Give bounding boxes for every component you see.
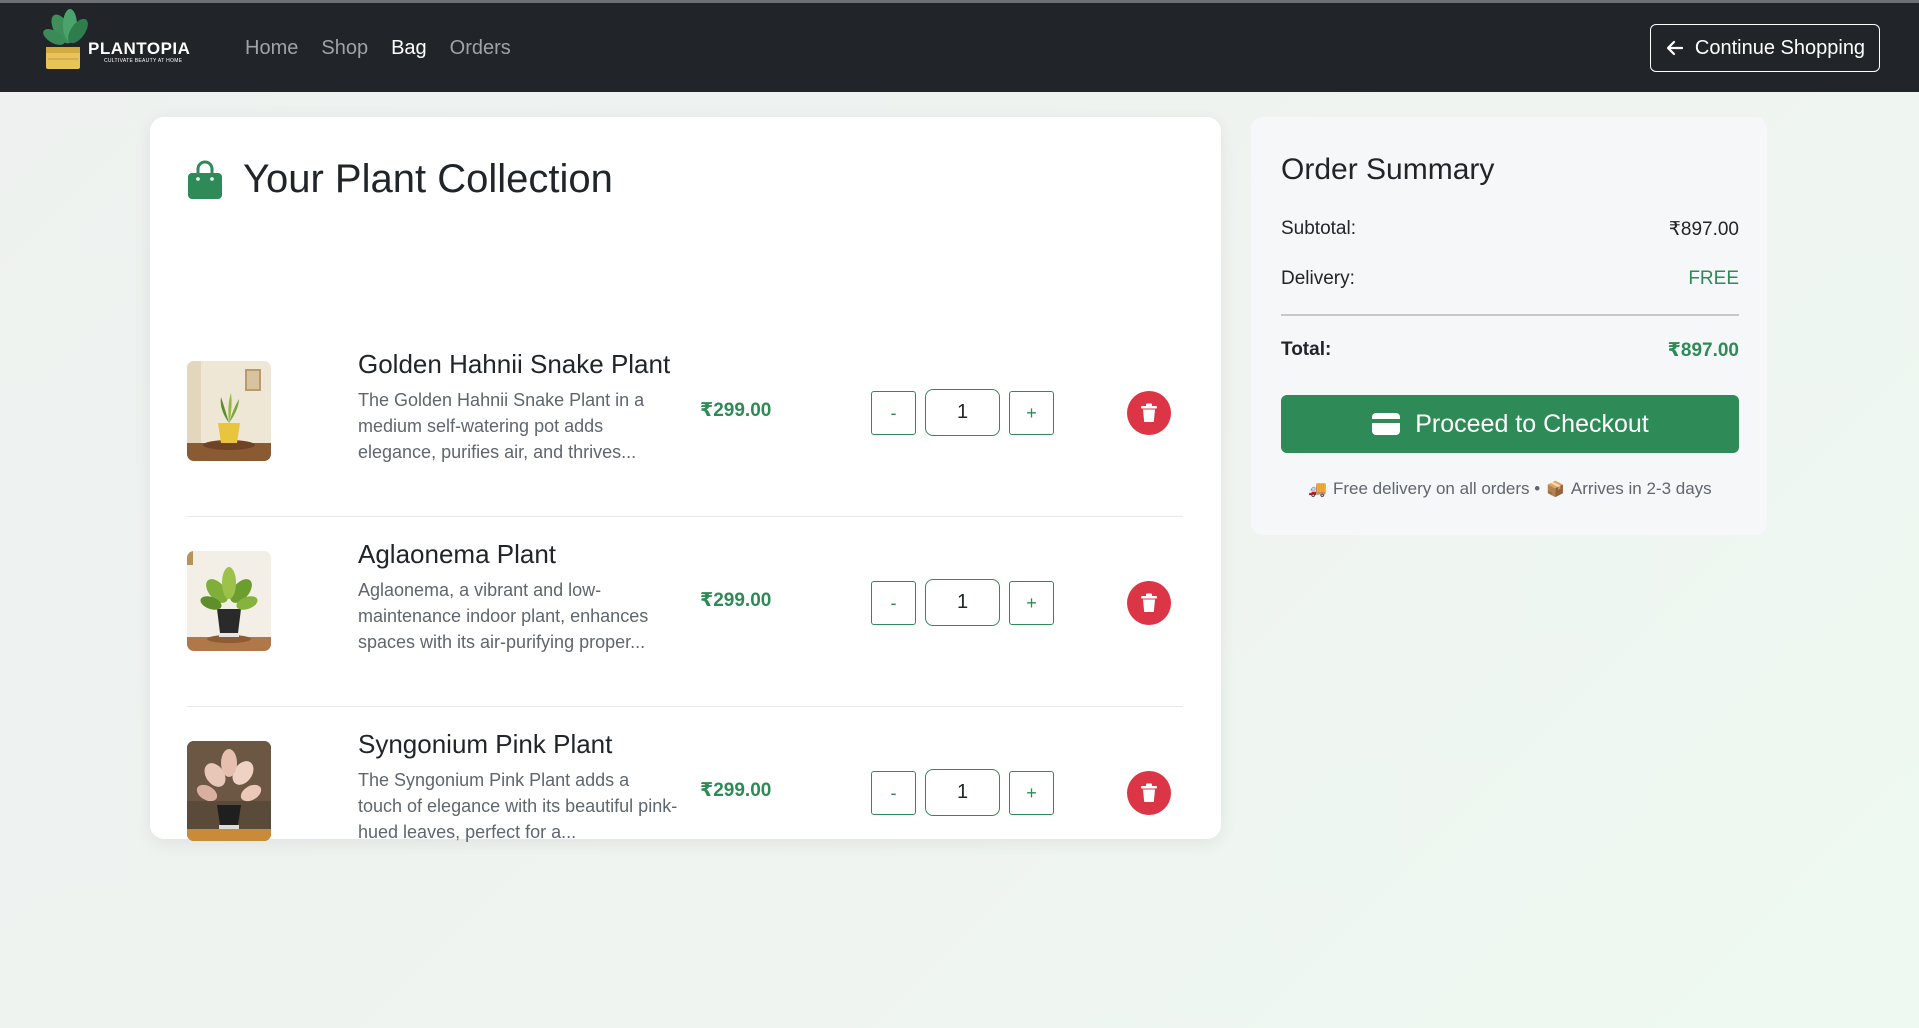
item-name: Aglaonema Plant <box>358 539 557 569</box>
total-label: Total: <box>1281 339 1332 360</box>
quantity-decrease-button[interactable]: - <box>871 391 916 435</box>
nav-link-bag[interactable]: Bag <box>391 37 427 60</box>
total-value: ₹897.00 <box>1667 340 1739 361</box>
brand-name: PLANTOPIA <box>88 39 191 58</box>
proceed-to-checkout-button[interactable]: Proceed to Checkout <box>1281 395 1739 453</box>
trash-icon <box>1141 403 1157 422</box>
checkout-label: Proceed to Checkout <box>1415 409 1649 438</box>
item-price: ₹299.00 <box>700 780 772 801</box>
subtotal-label: Subtotal: <box>1281 218 1356 239</box>
total-row: Total: ₹897.00 <box>1281 339 1739 362</box>
trash-icon <box>1141 593 1157 612</box>
continue-shopping-label: Continue Shopping <box>1694 36 1866 59</box>
shopping-bag-icon <box>188 160 222 199</box>
nav-link-shop[interactable]: Shop <box>321 37 368 60</box>
quantity-decrease-button[interactable]: - <box>871 581 916 625</box>
cart-item: Golden Hahnii Snake Plant The Golden Hah… <box>187 327 1183 517</box>
remove-item-button[interactable] <box>1127 391 1171 435</box>
nav-link-home[interactable]: Home <box>245 37 298 60</box>
item-description: The Syngonium Pink Plant adds a touch of… <box>358 770 678 842</box>
quantity-input[interactable] <box>925 389 1000 436</box>
quantity-input[interactable] <box>925 769 1000 816</box>
summary-title: Order Summary <box>1281 153 1495 186</box>
free-delivery-text: Free delivery on all orders • <box>1333 479 1541 498</box>
continue-shopping-button[interactable]: Continue Shopping <box>1650 24 1880 72</box>
item-image-aglaonema[interactable] <box>187 551 271 651</box>
item-description: The Golden Hahnii Snake Plant in a mediu… <box>358 390 645 462</box>
quantity-increase-button[interactable]: + <box>1009 581 1054 625</box>
delivery-row: Delivery: FREE <box>1281 268 1739 290</box>
quantity-input[interactable] <box>925 579 1000 626</box>
delivery-note: 🚚 Free delivery on all orders • 📦 Arrive… <box>1281 479 1739 499</box>
item-price: ₹299.00 <box>700 400 772 421</box>
cart-header: Your Plant Collection <box>187 157 613 202</box>
cart-title: Your Plant Collection <box>243 157 613 201</box>
quantity-decrease-button[interactable]: - <box>871 771 916 815</box>
package-icon: 📦 <box>1546 481 1565 498</box>
delivery-truck-icon: 🚚 <box>1308 481 1327 498</box>
quantity-increase-button[interactable]: + <box>1009 391 1054 435</box>
cart-item: Aglaonema Plant Aglaonema, a vibrant and… <box>187 517 1183 707</box>
brand-logo[interactable]: PLANTOPIA CULTIVATE BEAUTY AT HOME <box>38 7 218 79</box>
nav-link-orders[interactable]: Orders <box>450 37 511 60</box>
item-price: ₹299.00 <box>700 590 772 611</box>
remove-item-button[interactable] <box>1127 581 1171 625</box>
cart-card: Your Plant Collection Golden Hahnii Snak… <box>150 117 1221 842</box>
trash-icon <box>1141 783 1157 802</box>
brand-tagline: CULTIVATE BEAUTY AT HOME <box>104 58 183 64</box>
order-summary: Order Summary Subtotal: ₹897.00 Delivery… <box>1251 117 1767 535</box>
summary-divider <box>1281 314 1739 316</box>
arrow-left-icon <box>1666 40 1684 56</box>
credit-card-icon <box>1372 413 1401 435</box>
item-image-syngonium[interactable] <box>187 741 271 841</box>
item-description: Aglaonema, a vibrant and low-maintenance… <box>358 580 649 652</box>
remove-item-button[interactable] <box>1127 771 1171 815</box>
nav-links: Home Shop Bag Orders <box>245 37 511 60</box>
subtotal-row: Subtotal: ₹897.00 <box>1281 218 1739 241</box>
arrival-text: Arrives in 2-3 days <box>1570 479 1712 498</box>
delivery-value: FREE <box>1688 268 1739 289</box>
delivery-label: Delivery: <box>1281 268 1355 289</box>
quantity-increase-button[interactable]: + <box>1009 771 1054 815</box>
subtotal-value: ₹897.00 <box>1668 219 1739 240</box>
cart-item: Syngonium Pink Plant The Syngonium Pink … <box>187 707 1183 897</box>
item-name: Syngonium Pink Plant <box>358 729 613 759</box>
top-navbar: PLANTOPIA CULTIVATE BEAUTY AT HOME Home … <box>0 0 1919 92</box>
item-name: Golden Hahnii Snake Plant <box>358 349 671 379</box>
item-image-snake-plant[interactable] <box>187 361 271 461</box>
